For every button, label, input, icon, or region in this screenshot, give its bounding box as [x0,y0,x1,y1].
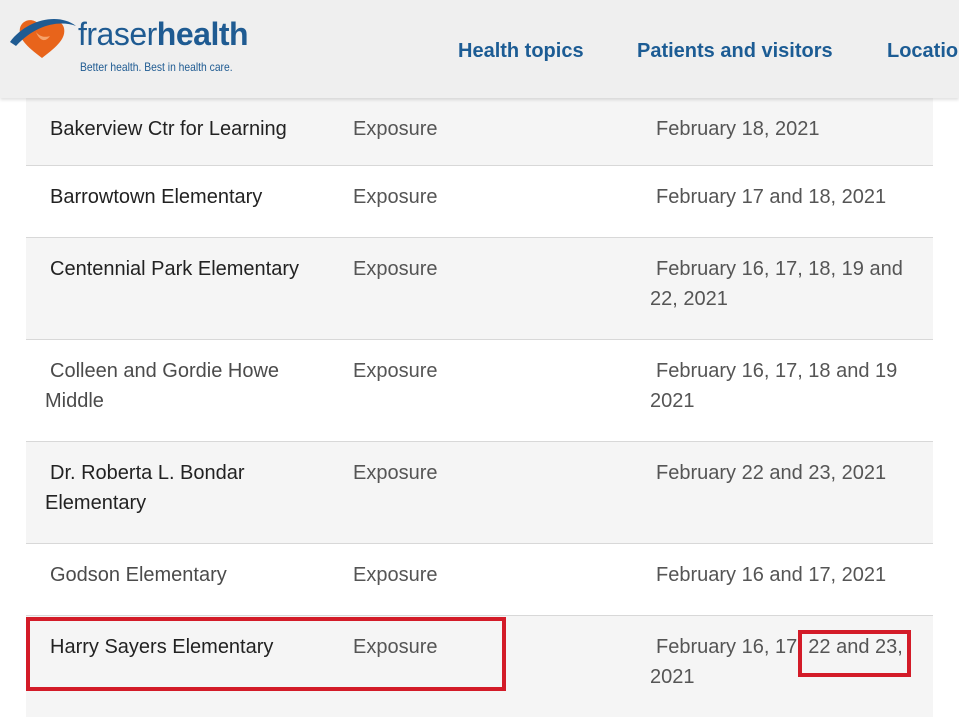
exposure-type: Exposure [353,462,438,484]
school-name: Centennial Park Elementary [50,258,300,280]
school-name: Dr. Roberta L. Bondar Elementary [45,462,245,514]
table-row: Barrowtown Elementary Exposure February … [26,166,933,238]
table-row: Dr. Roberta L. Bondar Elementary Exposur… [26,442,933,544]
exposure-type: Exposure [353,186,438,208]
logo-word-fraser: fraser [78,16,157,52]
table-row: Harry Sayers Elementary Exposure Februar… [26,616,933,717]
table-row: Centennial Park Elementary Exposure Febr… [26,238,933,340]
exposure-dates: February 16, 17, 18, 19 and 22, 2021 [650,258,903,310]
exposure-dates: February 16, 17, 22 and 23, 2021 [650,636,903,688]
school-name: Godson Elementary [50,564,227,586]
table-row: Colleen and Gordie Howe Middle Exposure … [26,340,933,442]
exposure-type: Exposure [353,258,438,280]
exposure-type: Exposure [353,360,438,382]
table-row: Godson Elementary Exposure February 16 a… [26,544,933,616]
table-row: Bakerview Ctr for Learning Exposure Febr… [26,98,933,166]
logo-tagline: Better health. Best in health care. [80,60,233,74]
exposure-dates: February 16 and 17, 2021 [656,564,887,586]
exposure-dates: February 18, 2021 [656,118,820,140]
exposure-dates: February 16, 17, 18 and 19 2021 [650,360,898,412]
fraserhealth-logo[interactable]: fraserhealth Better health. Best in heal… [6,10,249,80]
exposure-type: Exposure [353,118,438,140]
logo-wordmark: fraserhealth [78,16,249,52]
site-header: fraserhealth Better health. Best in heal… [0,0,959,98]
exposure-dates: February 22 and 23, 2021 [656,462,887,484]
nav-health-topics[interactable]: Health topics [458,40,584,63]
exposure-dates: February 17 and 18, 2021 [656,186,887,208]
exposure-type: Exposure [353,564,438,586]
exposure-type: Exposure [353,636,438,658]
nav-patients-and-visitors[interactable]: Patients and visitors [637,40,833,63]
school-name: Bakerview Ctr for Learning [50,118,287,140]
heart-swoosh-logo-icon [10,19,76,58]
school-exposures-table: Bakerview Ctr for Learning Exposure Febr… [26,98,933,717]
school-name: Barrowtown Elementary [50,186,263,208]
logo-word-health: health [156,16,249,52]
school-name: Colleen and Gordie Howe Middle [45,360,280,412]
school-name: Harry Sayers Elementary [50,636,274,658]
nav-locations[interactable]: Locatio [887,40,958,63]
